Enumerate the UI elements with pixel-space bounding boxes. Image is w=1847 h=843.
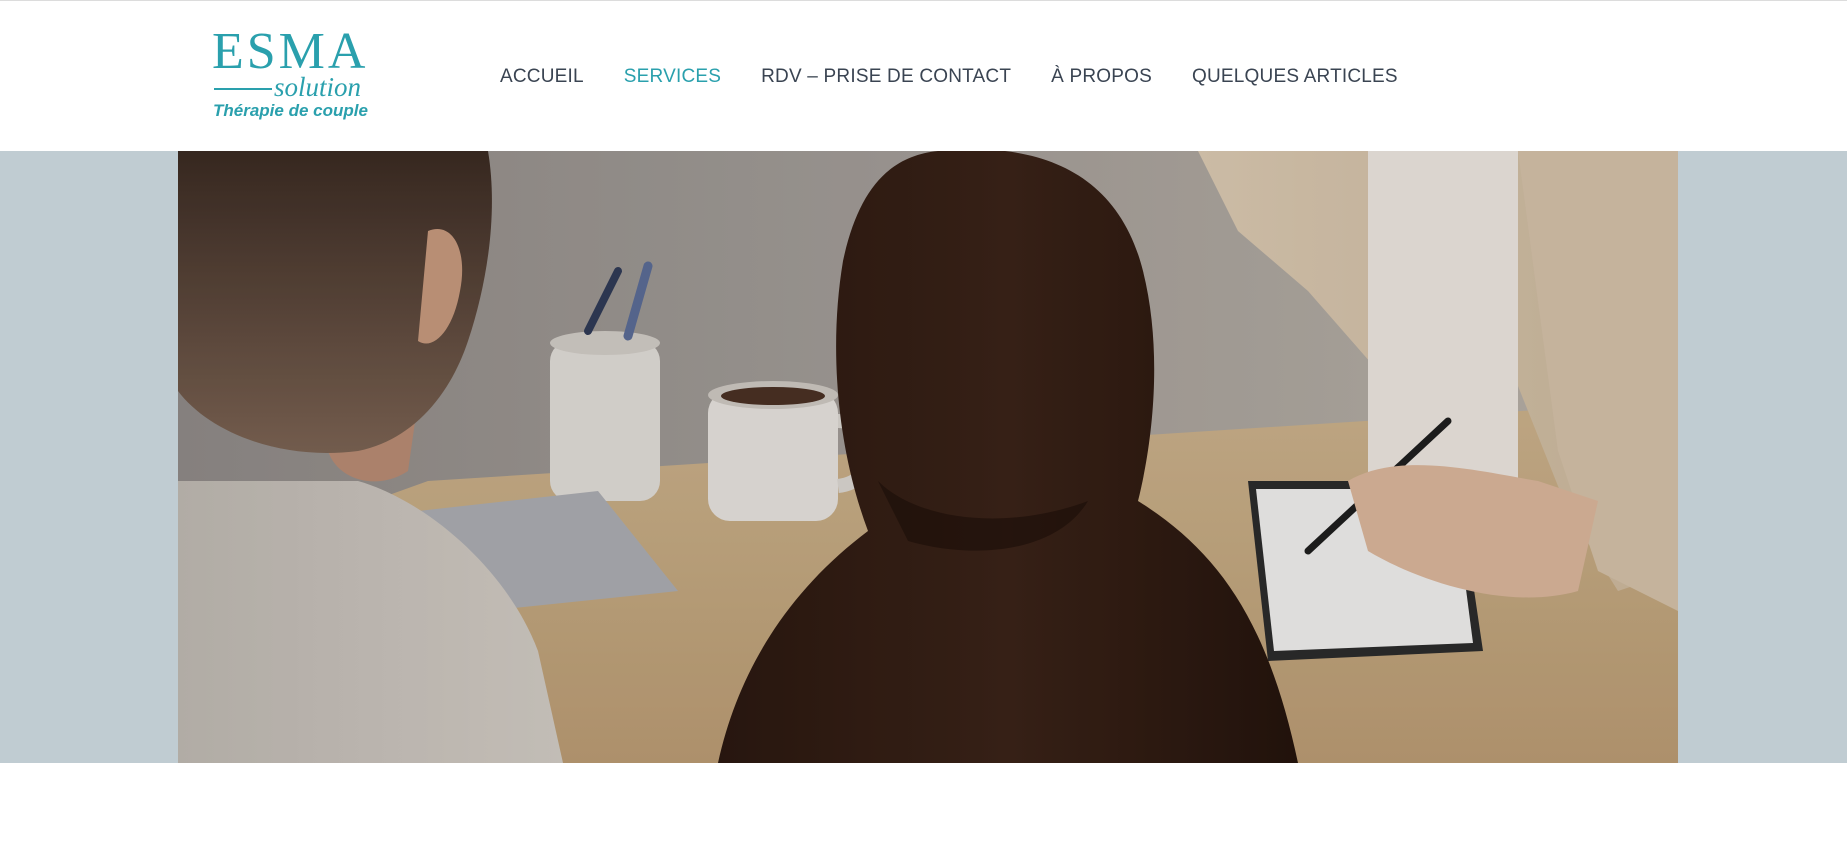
site-logo[interactable]: ESMA solution Thérapie de couple <box>212 24 378 124</box>
nav-item-accueil[interactable]: ACCUEIL <box>500 66 584 88</box>
logo-tagline: Thérapie de couple <box>213 101 368 120</box>
logo-rule <box>214 88 272 90</box>
hero-image <box>178 151 1678 763</box>
hero-section <box>0 151 1847 763</box>
couple-therapy-photo <box>178 151 1678 763</box>
nav-item-quelques-articles[interactable]: QUELQUES ARTICLES <box>1192 66 1398 88</box>
site-header: ESMA solution Thérapie de couple ACCUEIL… <box>0 1 1847 151</box>
nav-item-services[interactable]: SERVICES <box>624 66 721 88</box>
logo-subtitle: solution <box>274 72 362 102</box>
nav-item-rdv-prise-de-contact[interactable]: RDV – PRISE DE CONTACT <box>761 66 1011 88</box>
nav-item-a-propos[interactable]: À PROPOS <box>1051 66 1152 88</box>
main-nav: ACCUEIL SERVICES RDV – PRISE DE CONTACT … <box>500 64 1438 90</box>
